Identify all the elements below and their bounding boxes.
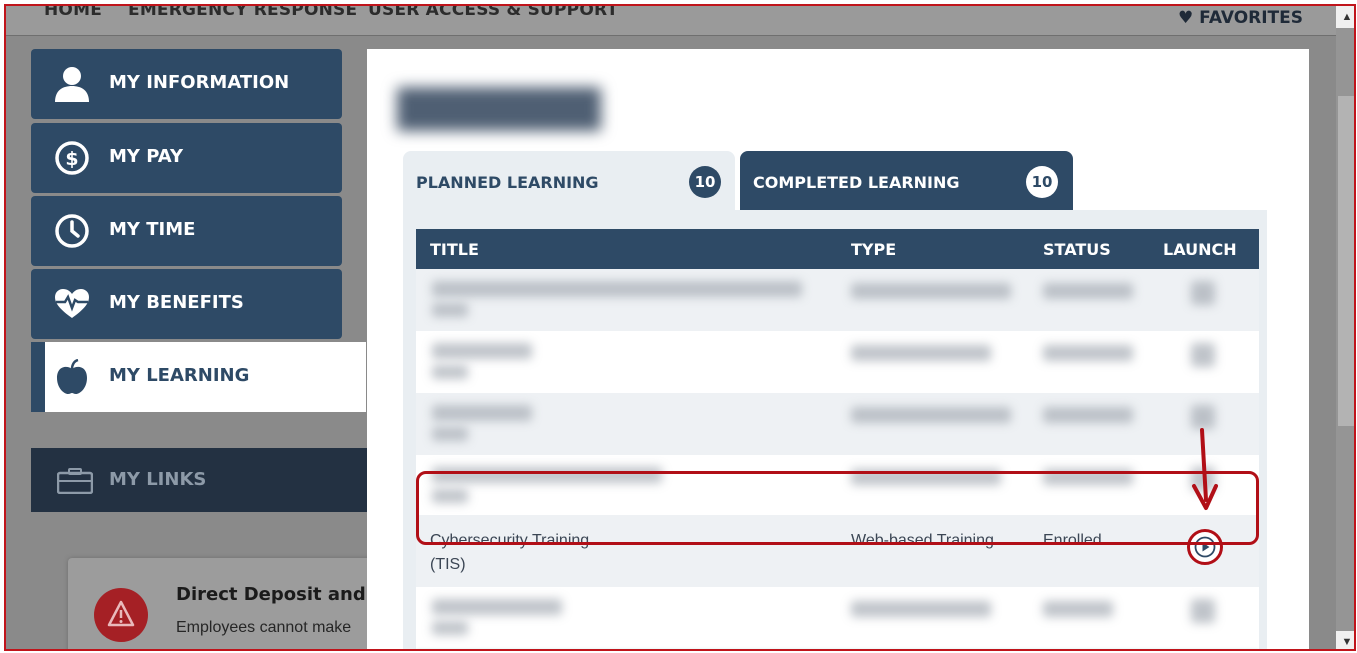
highlight-annotation-box	[416, 471, 1259, 545]
nav-home-link[interactable]: HOME	[44, 6, 102, 20]
table-row	[416, 269, 1259, 331]
table-row	[416, 587, 1259, 649]
clock-icon	[55, 214, 89, 248]
tab-label: PLANNED LEARNING	[416, 173, 599, 192]
tab-label: COMPLETED LEARNING	[753, 173, 960, 192]
sidebar-item-label: MY INFORMATION	[109, 72, 290, 93]
sidebar-item-my-pay[interactable]: $ MY PAY	[31, 123, 342, 193]
table-row	[416, 393, 1259, 455]
tab-count-badge: 10	[689, 166, 721, 198]
sidebar-item-label: MY BENEFITS	[109, 292, 244, 313]
page-scrollbar[interactable]: ▲ ▼	[1336, 6, 1354, 649]
column-header-type[interactable]: TYPE	[851, 240, 896, 259]
apple-icon	[57, 359, 87, 394]
user-icon	[55, 67, 89, 102]
heartbeat-icon	[55, 289, 89, 318]
briefcase-icon	[57, 468, 93, 494]
svg-text:$: $	[65, 148, 78, 170]
warning-icon	[107, 600, 135, 627]
heart-icon: ♥	[1178, 8, 1194, 28]
column-header-launch: LAUNCH	[1163, 240, 1237, 259]
sidebar-item-my-benefits[interactable]: MY BENEFITS	[31, 269, 342, 339]
card-title: Direct Deposit and W	[176, 584, 392, 605]
annotation-arrow-icon	[1192, 428, 1218, 510]
my-links-header[interactable]: MY LINKS	[31, 448, 371, 512]
scroll-thumb[interactable]	[1338, 96, 1354, 426]
sidebar-item-my-learning[interactable]: MY LEARNING	[31, 342, 366, 412]
my-links-label: MY LINKS	[109, 469, 207, 490]
sidebar-item-my-information[interactable]: MY INFORMATION	[31, 49, 342, 119]
tab-completed-learning[interactable]: COMPLETED LEARNING 10	[740, 151, 1073, 211]
sidebar-item-label: MY TIME	[109, 219, 196, 240]
direct-deposit-card[interactable]: Direct Deposit and W Employees cannot ma…	[68, 558, 392, 649]
dollar-icon: $	[55, 141, 89, 175]
favorites-link[interactable]: ♥ FAVORITES	[1178, 8, 1303, 28]
learning-modal: ████████ PLANNED LEARNING 10 COMPLETED L…	[367, 49, 1309, 649]
sidebar-item-my-time[interactable]: MY TIME	[31, 196, 342, 266]
column-header-title[interactable]: TITLE	[430, 240, 479, 259]
table-row	[416, 331, 1259, 393]
alert-badge	[94, 588, 148, 642]
scroll-up-arrow-icon[interactable]: ▲	[1336, 6, 1354, 28]
scroll-down-arrow-icon[interactable]: ▼	[1336, 631, 1354, 649]
card-text: Employees cannot make	[176, 619, 352, 636]
nav-emergency-response-link[interactable]: EMERGENCY RESPONSE	[128, 6, 357, 20]
top-navigation: HOME EMERGENCY RESPONSE USER ACCESS & SU…	[6, 6, 1336, 36]
favorites-label: FAVORITES	[1199, 8, 1304, 28]
sidebar-item-label: MY LEARNING	[109, 365, 250, 386]
table-header: TITLE TYPE STATUS LAUNCH	[416, 229, 1259, 269]
tab-count-badge: 10	[1026, 166, 1058, 198]
column-header-status[interactable]: STATUS	[1043, 240, 1111, 259]
tab-planned-learning[interactable]: PLANNED LEARNING 10	[403, 151, 735, 211]
modal-title-blurred: ████████	[397, 87, 602, 128]
nav-user-access-support-link[interactable]: USER ACCESS & SUPPORT	[368, 6, 618, 20]
browser-frame: HOME EMERGENCY RESPONSE USER ACCESS & SU…	[4, 4, 1356, 651]
sidebar-item-label: MY PAY	[109, 146, 183, 167]
